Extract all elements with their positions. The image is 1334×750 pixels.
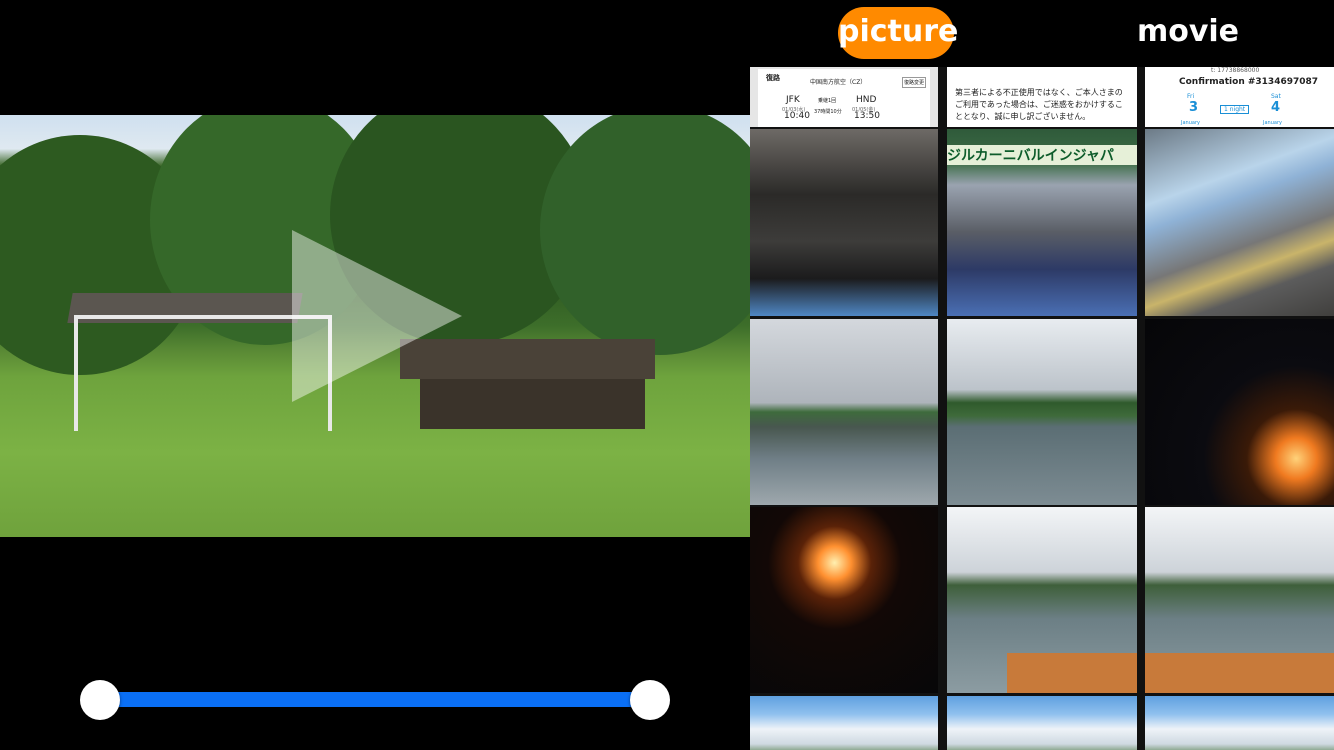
thumbnail-lake[interactable] xyxy=(947,319,1137,505)
change-return-button[interactable]: 復路変更 xyxy=(902,77,927,88)
checkin-date: 3 xyxy=(1189,100,1199,115)
connection-count: 乗継1回 xyxy=(818,98,837,104)
destination-code: HND xyxy=(856,95,877,105)
deck-railing xyxy=(1145,653,1334,693)
checkout-month: January xyxy=(1263,120,1282,126)
confirmation-number: Confirmation #3134697087 xyxy=(1179,77,1319,87)
deck-railing xyxy=(1007,653,1137,693)
ticket-airline: 中国南方航空（CZ） xyxy=(810,79,867,86)
thumbnail-grid: 復路 中国南方航空（CZ） 復路変更 JFK 01/03(水) 10:40 乗継… xyxy=(750,67,1334,750)
flight-duration: 37時間10分 xyxy=(814,109,842,115)
trim-end-handle[interactable] xyxy=(630,680,670,720)
thumbnail-sky[interactable] xyxy=(947,696,1137,750)
thumbnail-train-station[interactable] xyxy=(1145,129,1334,316)
tab-movie[interactable]: movie xyxy=(1128,7,1248,59)
thumbnail-lake[interactable] xyxy=(750,319,938,505)
checkin-day: Fri xyxy=(1187,93,1195,100)
thumbnail-lake-deck[interactable] xyxy=(1145,507,1334,693)
play-icon[interactable] xyxy=(292,230,462,402)
thumbnail-campfire-sparks[interactable] xyxy=(1145,319,1334,505)
thumbnail-festival-street[interactable]: ジルカーニバルインジャパ xyxy=(947,129,1137,316)
thumbnail-sky[interactable] xyxy=(750,696,938,750)
thumbnail-ticket[interactable]: 復路 中国南方航空（CZ） 復路変更 JFK 01/03(水) 10:40 乗継… xyxy=(750,67,938,127)
ticket-header: 復路 xyxy=(766,74,780,82)
thumbnail-bbq-grill[interactable] xyxy=(750,129,938,316)
thumbnail-sky[interactable] xyxy=(1145,696,1334,750)
trim-slider-track[interactable] xyxy=(98,692,653,707)
checkin-month: January xyxy=(1181,120,1200,126)
tab-picture[interactable]: picture xyxy=(838,7,958,59)
notice-line: ととなり、誠に申し訳ございません。 xyxy=(955,112,1091,121)
hotel-top-line: t: 17738868000 xyxy=(1211,67,1260,74)
thumbnail-notice[interactable]: 第三者による不正使用ではなく、ご本人さまの ご利用であった場合は、ご迷惑をおかけ… xyxy=(947,67,1137,127)
thumbnail-hotel-confirmation[interactable]: t: 17738868000 Confirmation #3134697087 … xyxy=(1145,67,1334,127)
origin-code: JFK xyxy=(786,95,800,105)
thumbnail-lake-deck[interactable] xyxy=(947,507,1137,693)
nights-badge: 1 night xyxy=(1220,105,1250,114)
destination-time: 13:50 xyxy=(854,111,880,121)
checkout-date: 4 xyxy=(1271,100,1281,115)
notice-line: ご利用であった場合は、ご迷惑をおかけするこ xyxy=(955,100,1123,109)
notice-line: 第三者による不正使用ではなく、ご本人さまの xyxy=(955,88,1123,97)
festival-banner: ジルカーニバルインジャパ xyxy=(947,145,1137,165)
trim-start-handle[interactable] xyxy=(80,680,120,720)
tree-foliage xyxy=(540,115,750,355)
origin-time: 10:40 xyxy=(784,111,810,121)
checkout-day: Sat xyxy=(1271,93,1281,100)
video-preview[interactable] xyxy=(0,115,750,537)
thumbnail-campfire[interactable] xyxy=(750,507,938,693)
